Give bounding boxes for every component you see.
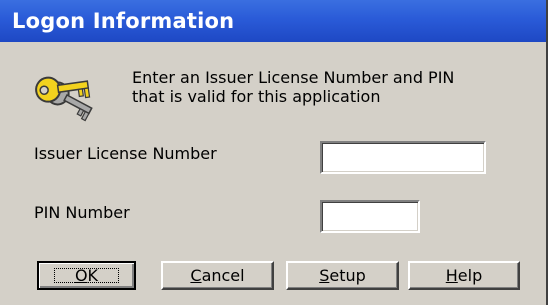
title-bar[interactable]: Logon Information (0, 0, 546, 42)
instruction-text: Enter an Issuer License Number and PIN t… (132, 68, 532, 106)
instruction-line-1: Enter an Issuer License Number and PIN (132, 68, 455, 87)
logon-dialog: Logon Information Enter an Issuer Licens… (0, 0, 548, 305)
ok-button[interactable]: OK (37, 261, 136, 290)
issuer-license-label: Issuer License Number (34, 144, 217, 163)
help-button-label: Help (445, 266, 483, 285)
help-button[interactable]: Help (408, 261, 520, 290)
setup-button-label: Setup (319, 266, 366, 285)
issuer-license-input[interactable] (320, 141, 486, 174)
pin-number-input[interactable] (320, 200, 420, 233)
keys-icon (35, 76, 93, 122)
cancel-button-label: Cancel (190, 266, 245, 285)
cancel-button[interactable]: Cancel (161, 261, 274, 290)
instruction-line-2: that is valid for this application (132, 87, 381, 106)
pin-number-label: PIN Number (34, 203, 130, 222)
ok-button-label: OK (49, 263, 124, 288)
window-title: Logon Information (12, 9, 235, 33)
setup-button[interactable]: Setup (286, 261, 399, 290)
